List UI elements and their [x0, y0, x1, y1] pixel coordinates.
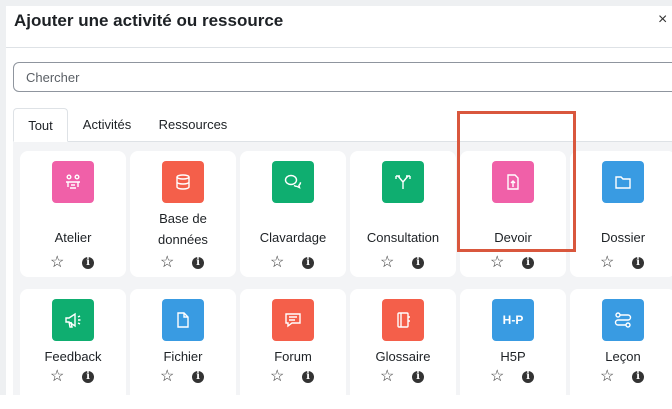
- tab-bar: Tout Activités Ressources: [13, 108, 672, 142]
- module-name: Leçon: [605, 349, 641, 364]
- database-icon: [162, 161, 204, 203]
- search-input[interactable]: [13, 62, 672, 92]
- module-card-folder[interactable]: Dossier ☆ i: [570, 151, 672, 277]
- star-icon[interactable]: ☆: [380, 369, 394, 385]
- module-card-chat[interactable]: Clavardage ☆ i: [240, 151, 346, 277]
- module-name: Clavardage: [259, 230, 327, 245]
- feedback-icon: [52, 299, 94, 341]
- info-icon[interactable]: i: [302, 257, 314, 269]
- lesson-icon: [602, 299, 644, 341]
- star-icon[interactable]: ☆: [50, 369, 64, 385]
- module-card-feedback[interactable]: Feedback ☆ i: [20, 289, 126, 409]
- star-icon[interactable]: ☆: [270, 255, 284, 271]
- h5p-icon-label: H-P: [502, 313, 524, 327]
- chat-icon: [272, 161, 314, 203]
- module-name: H5P: [500, 349, 526, 364]
- tab-activities[interactable]: Activités: [73, 108, 141, 141]
- info-icon[interactable]: i: [412, 257, 424, 269]
- module-card-database[interactable]: Base de données ☆ i: [130, 151, 236, 277]
- star-icon[interactable]: ☆: [600, 369, 614, 385]
- module-name: Atelier: [54, 230, 92, 245]
- module-name: Devoir: [494, 230, 532, 245]
- info-icon[interactable]: i: [302, 371, 314, 383]
- info-icon[interactable]: i: [82, 257, 94, 269]
- h5p-icon: H-P: [492, 299, 534, 341]
- tab-resources[interactable]: Ressources: [153, 108, 233, 141]
- module-name: Consultation: [366, 230, 440, 245]
- module-card-choice[interactable]: Consultation ☆ i: [350, 151, 456, 277]
- module-card-file[interactable]: Fichier ☆ i: [130, 289, 236, 409]
- info-icon[interactable]: i: [192, 371, 204, 383]
- info-icon[interactable]: i: [632, 257, 644, 269]
- module-card-assignment[interactable]: Devoir ☆ i: [460, 151, 566, 277]
- info-icon[interactable]: i: [412, 371, 424, 383]
- module-card-glossary[interactable]: Glossaire ☆ i: [350, 289, 456, 409]
- star-icon[interactable]: ☆: [50, 255, 64, 271]
- workshop-icon: [52, 161, 94, 203]
- module-card-workshop[interactable]: Atelier ☆ i: [20, 151, 126, 277]
- star-icon[interactable]: ☆: [490, 255, 504, 271]
- module-name: Forum: [274, 349, 312, 364]
- info-icon[interactable]: i: [632, 371, 644, 383]
- tab-all[interactable]: Tout: [13, 108, 68, 142]
- backdrop-left: [0, 0, 6, 395]
- dialog-title: Ajouter une activité ou ressource: [14, 11, 284, 30]
- module-name: Base de données: [158, 211, 208, 247]
- choice-icon: [382, 161, 424, 203]
- assignment-icon: [492, 161, 534, 203]
- info-icon[interactable]: i: [522, 257, 534, 269]
- star-icon[interactable]: ☆: [490, 369, 504, 385]
- module-card-h5p[interactable]: H-P H5P ☆ i: [460, 289, 566, 409]
- folder-icon: [602, 161, 644, 203]
- module-name: Glossaire: [375, 349, 431, 364]
- info-icon[interactable]: i: [82, 371, 94, 383]
- star-icon[interactable]: ☆: [380, 255, 394, 271]
- glossary-icon: [382, 299, 424, 341]
- module-name: Feedback: [44, 349, 102, 364]
- star-icon[interactable]: ☆: [160, 369, 174, 385]
- module-card-lesson[interactable]: Leçon ☆ i: [570, 289, 672, 409]
- dialog-header: Ajouter une activité ou ressource ×: [6, 6, 672, 48]
- module-name: Fichier: [163, 349, 203, 364]
- file-icon: [162, 299, 204, 341]
- info-icon[interactable]: i: [522, 371, 534, 383]
- module-name: Dossier: [600, 230, 646, 245]
- info-icon[interactable]: i: [192, 257, 204, 269]
- module-card-forum[interactable]: Forum ☆ i: [240, 289, 346, 409]
- star-icon[interactable]: ☆: [160, 255, 174, 271]
- close-icon[interactable]: ×: [658, 10, 672, 30]
- star-icon[interactable]: ☆: [600, 255, 614, 271]
- star-icon[interactable]: ☆: [270, 369, 284, 385]
- forum-icon: [272, 299, 314, 341]
